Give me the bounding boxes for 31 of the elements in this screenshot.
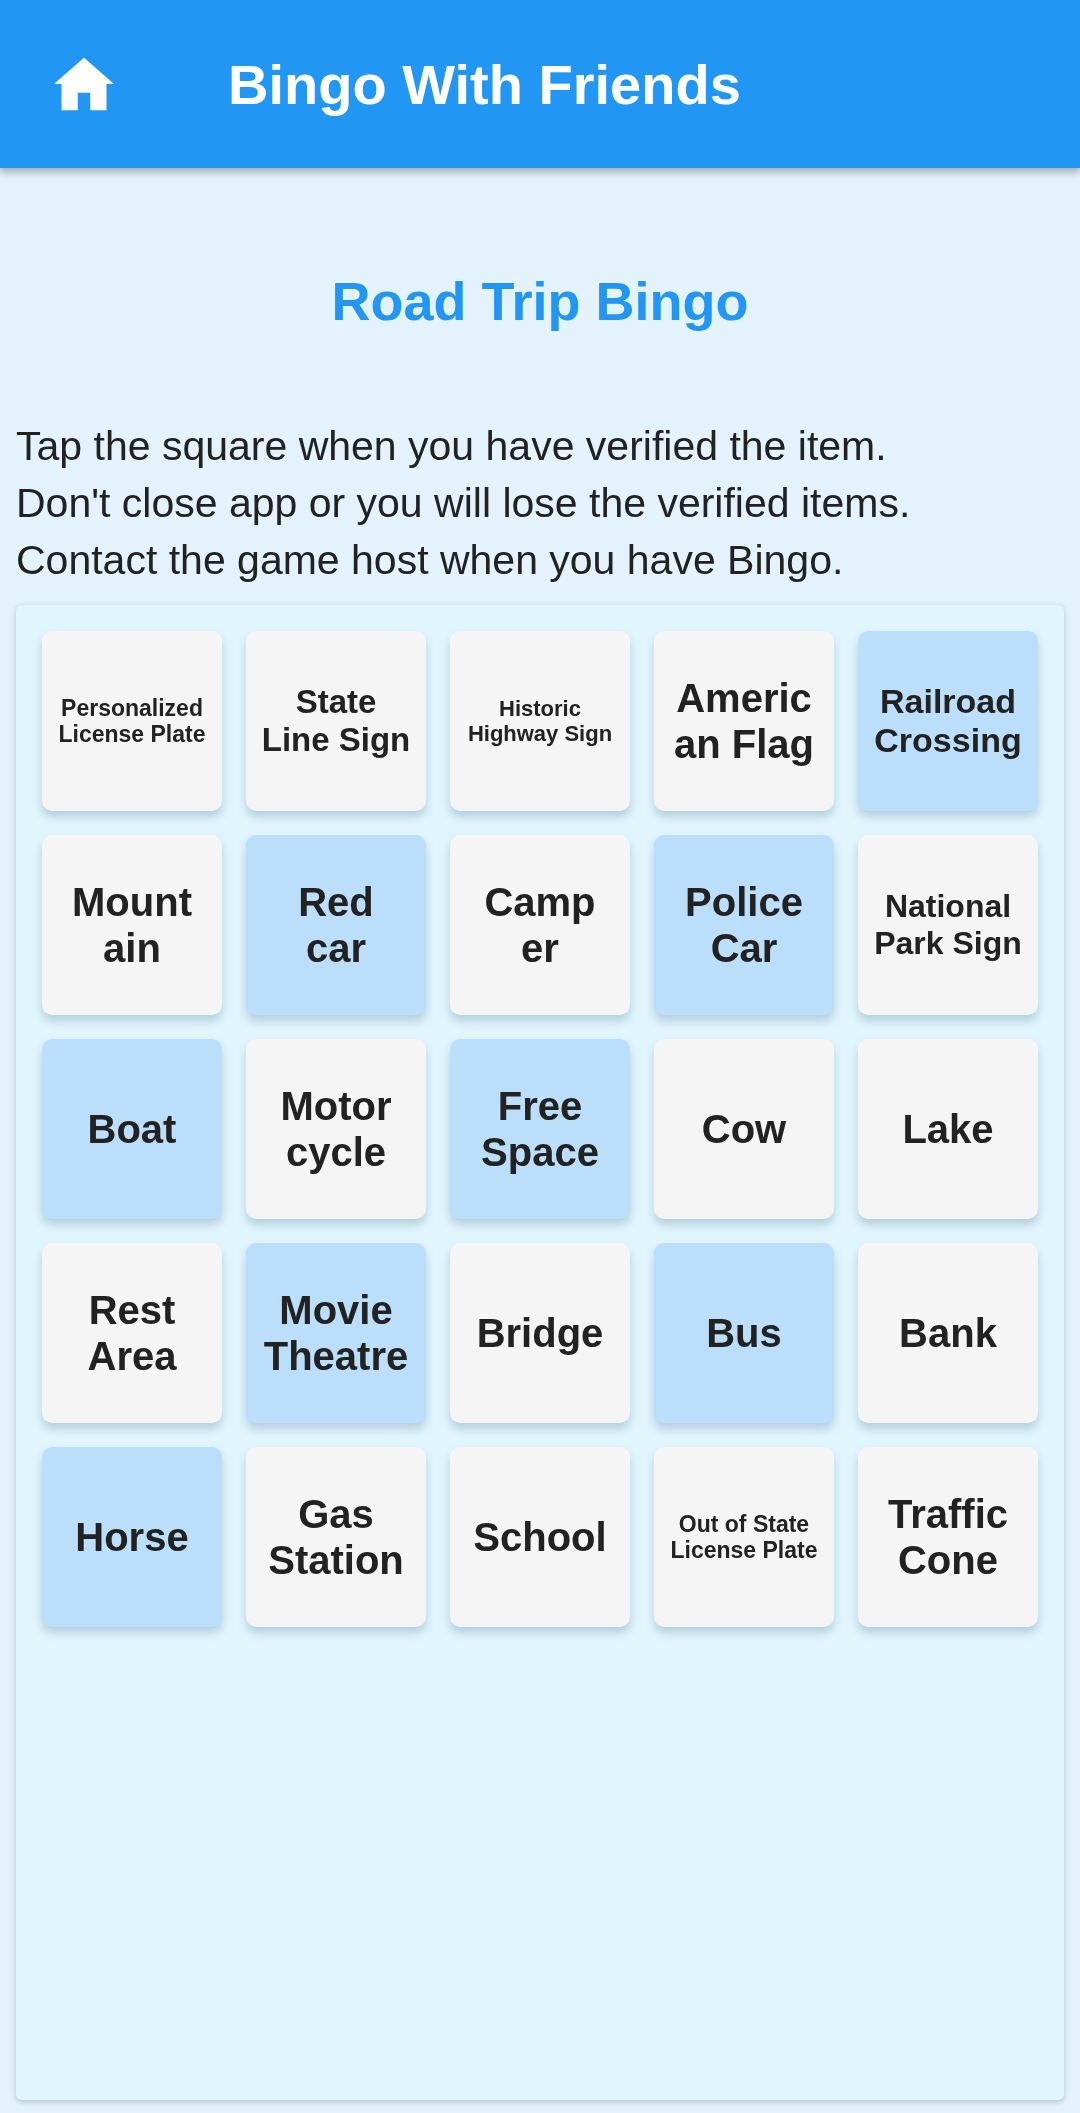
app-title: Bingo With Friends <box>228 51 741 117</box>
bingo-square[interactable]: Camp er <box>450 835 630 1015</box>
instruction-text: Contact the game host when you have Bingo. <box>16 536 845 585</box>
bingo-square[interactable]: Railroad Crossing <box>858 631 1038 811</box>
instruction-text: Tap the square when you have verified the item. <box>16 422 888 471</box>
bingo-square[interactable]: Historic Highway Sign <box>450 631 630 811</box>
bingo-square[interactable]: Mount ain <box>42 835 222 1015</box>
bingo-square[interactable]: School <box>450 1447 630 1627</box>
bingo-square[interactable]: Bank <box>858 1243 1038 1423</box>
game-title: Road Trip Bingo <box>330 270 750 332</box>
bingo-square[interactable]: Red car <box>246 835 426 1015</box>
bingo-square[interactable]: Police Car <box>654 835 834 1015</box>
bingo-square[interactable]: State Line Sign <box>246 631 426 811</box>
bingo-square[interactable]: Traffic Cone <box>858 1447 1038 1627</box>
bingo-square[interactable]: Rest Area <box>42 1243 222 1423</box>
bingo-square[interactable]: Out of State License Plate <box>654 1447 834 1627</box>
bingo-square[interactable]: Gas Station <box>246 1447 426 1627</box>
bingo-square[interactable]: Horse <box>42 1447 222 1627</box>
bingo-square[interactable]: Bus <box>654 1243 834 1423</box>
bingo-square[interactable]: Boat <box>42 1039 222 1219</box>
instruction-text: Don't close app or you will lose the verified items. <box>16 479 912 528</box>
bingo-square[interactable]: Cow <box>654 1039 834 1219</box>
bingo-square[interactable]: Motor cycle <box>246 1039 426 1219</box>
bingo-square[interactable]: Bridge <box>450 1243 630 1423</box>
bingo-square[interactable]: Americ an Flag <box>654 631 834 811</box>
bingo-square[interactable]: Free Space <box>450 1039 630 1219</box>
bingo-square[interactable]: National Park Sign <box>858 835 1038 1015</box>
bingo-square[interactable]: Movie Theatre <box>246 1243 426 1423</box>
home-icon[interactable] <box>54 57 114 111</box>
bingo-square[interactable]: Lake <box>858 1039 1038 1219</box>
bingo-square[interactable]: Personalized License Plate <box>42 631 222 811</box>
